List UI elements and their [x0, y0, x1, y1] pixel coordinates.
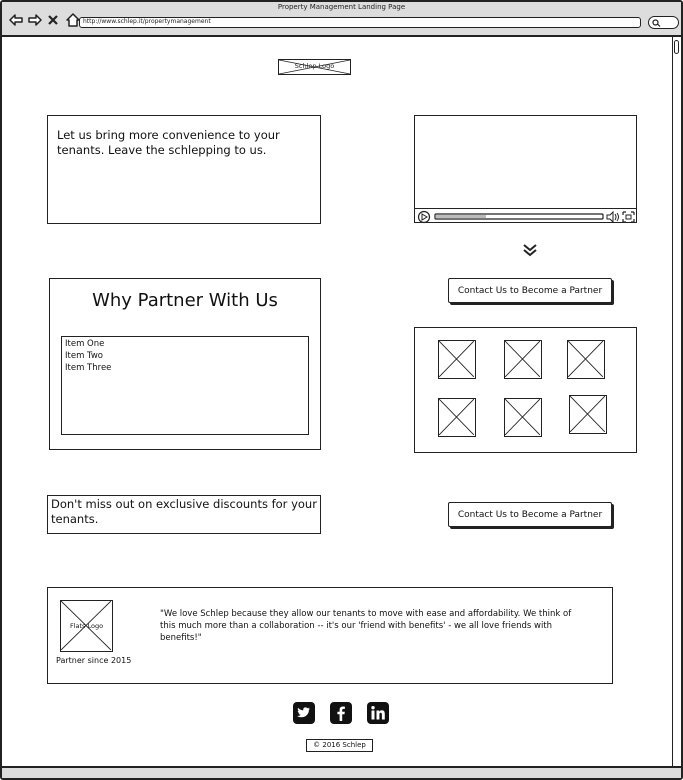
browser-titlebar: Property Management Landing Page http://… — [2, 2, 681, 37]
social-links — [293, 702, 389, 724]
fullscreen-icon[interactable] — [622, 211, 635, 223]
why-partner-list[interactable]: Item One Item Two Item Three — [61, 336, 309, 435]
list-item[interactable]: Item Three — [65, 362, 305, 374]
discount-message: Don't miss out on exclusive discounts fo… — [47, 495, 321, 534]
forward-arrow-icon[interactable] — [28, 12, 42, 26]
schlep-logo-placeholder: Schlep Logo — [278, 59, 351, 75]
video-controls — [415, 208, 636, 224]
search-icon — [652, 19, 661, 27]
browser-search-field[interactable] — [648, 16, 679, 29]
nav-controls — [9, 12, 80, 27]
linkedin-icon[interactable] — [367, 702, 389, 724]
partner-logo-placeholder — [504, 398, 542, 437]
volume-icon[interactable] — [606, 210, 619, 224]
window-title: Property Management Landing Page — [277, 3, 406, 11]
partner-logo-placeholder — [504, 340, 542, 379]
browser-window: Property Management Landing Page http://… — [0, 0, 683, 780]
copyright-label: © 2016 Schlep — [306, 739, 373, 752]
scrollbar-thumb[interactable] — [674, 40, 679, 54]
partner-logo-grid — [414, 327, 637, 453]
back-arrow-icon[interactable] — [9, 12, 23, 26]
chevron-down-icon[interactable] — [522, 242, 538, 261]
video-player[interactable] — [414, 115, 637, 224]
twitter-icon[interactable] — [293, 702, 315, 724]
browser-statusbar — [2, 766, 681, 778]
contact-partner-button[interactable]: Contact Us to Become a Partner — [448, 278, 612, 303]
why-partner-title: Why Partner With Us — [92, 290, 278, 311]
partner-logo-placeholder — [567, 340, 605, 379]
partner-since-label: Partner since 2015 — [56, 656, 132, 665]
address-bar[interactable]: http://www.schlep.it/propertymanagement — [79, 17, 641, 28]
logo-label: Schlep Logo — [294, 62, 335, 70]
vertical-scrollbar[interactable] — [672, 37, 681, 768]
home-icon[interactable] — [66, 12, 80, 27]
testimonial-section: Flats Logo Partner since 2015 "We love S… — [47, 587, 613, 684]
facebook-icon[interactable] — [330, 702, 352, 724]
flats-logo-label: Flats Logo — [69, 622, 104, 630]
why-partner-section: Why Partner With Us Item One Item Two It… — [49, 278, 321, 450]
hero-tagline: Let us bring more convenience to your te… — [47, 115, 321, 224]
close-icon[interactable] — [47, 12, 61, 26]
list-item[interactable]: Item One — [65, 338, 305, 350]
partner-logo-placeholder — [569, 395, 607, 434]
testimonial-quote: "We love Schlep because they allow our t… — [160, 609, 572, 643]
play-icon[interactable] — [417, 210, 431, 224]
partner-logo-placeholder — [438, 398, 476, 437]
partner-logo-placeholder — [438, 340, 476, 379]
video-progress-bar[interactable] — [434, 213, 604, 220]
flats-logo-placeholder: Flats Logo — [60, 600, 113, 652]
list-item[interactable]: Item Two — [65, 350, 305, 362]
contact-partner-button-secondary[interactable]: Contact Us to Become a Partner — [448, 502, 612, 527]
